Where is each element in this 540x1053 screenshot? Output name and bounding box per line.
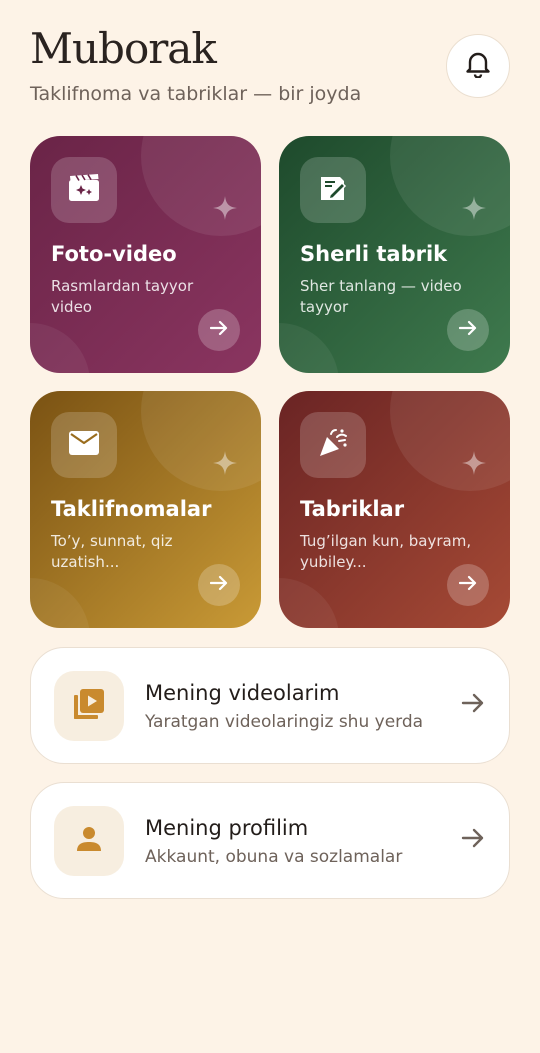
list-icon-box bbox=[54, 671, 124, 741]
card-tabriklar[interactable]: Tabriklar Tug’ilgan kun, bayram, yubiley… bbox=[279, 391, 510, 628]
card-decoration bbox=[30, 578, 90, 628]
app-subtitle: Taklifnoma va tabriklar — bir joyda bbox=[30, 83, 362, 105]
bell-icon bbox=[465, 50, 491, 82]
card-icon-box bbox=[51, 412, 117, 478]
card-icon-box bbox=[300, 412, 366, 478]
card-arrow-button[interactable] bbox=[447, 564, 489, 606]
arrow-right-icon bbox=[461, 692, 485, 718]
arrow-right-icon bbox=[458, 575, 477, 595]
person-icon bbox=[75, 825, 103, 857]
card-decoration bbox=[141, 391, 261, 491]
card-description: Rasmlardan tayyor video bbox=[51, 277, 194, 316]
list-item-description: Yaratgan videolaringiz shu yerda bbox=[145, 712, 424, 732]
list-item-title: Mening profilim bbox=[145, 816, 309, 840]
card-title: Tabriklar bbox=[300, 497, 405, 521]
arrow-right-icon bbox=[209, 575, 228, 595]
card-decoration bbox=[30, 323, 90, 373]
notifications-button[interactable] bbox=[446, 34, 510, 98]
party-popper-icon bbox=[317, 427, 349, 463]
card-decoration bbox=[279, 323, 339, 373]
sparkle-icon bbox=[213, 196, 237, 224]
list-item-my-profile[interactable]: Mening profilim Akkaunt, obuna va sozlam… bbox=[30, 782, 510, 899]
app-title: Muborak bbox=[30, 24, 217, 73]
sparkle-icon bbox=[462, 196, 486, 224]
card-title: Taklifnomalar bbox=[51, 497, 212, 521]
list-item-my-videos[interactable]: Mening videolarim Yaratgan videolaringiz… bbox=[30, 647, 510, 764]
card-title: Sherli tabrik bbox=[300, 242, 448, 266]
card-arrow-button[interactable] bbox=[447, 309, 489, 351]
edit-document-icon bbox=[318, 173, 348, 207]
sparkle-icon bbox=[462, 451, 486, 479]
card-title: Foto-video bbox=[51, 242, 177, 266]
card-decoration bbox=[390, 136, 510, 236]
card-decoration bbox=[141, 136, 261, 236]
card-arrow-button[interactable] bbox=[198, 309, 240, 351]
video-library-icon bbox=[73, 688, 105, 724]
card-sherli-tabrik[interactable]: Sherli tabrik Sher tanlang — video tayyo… bbox=[279, 136, 510, 373]
movie-sparkle-icon bbox=[68, 174, 100, 206]
arrow-right-icon bbox=[458, 320, 477, 340]
header: Muborak Taklifnoma va tabriklar — bir jo… bbox=[30, 26, 510, 116]
card-arrow-button[interactable] bbox=[198, 564, 240, 606]
card-description: Sher tanlang — video tayyor bbox=[300, 277, 462, 316]
card-decoration bbox=[279, 578, 339, 628]
arrow-right-icon bbox=[461, 827, 485, 853]
envelope-icon bbox=[68, 430, 100, 460]
arrow-right-icon bbox=[209, 320, 228, 340]
list-item-title: Mening videolarim bbox=[145, 681, 340, 705]
card-description: Tug’ilgan kun, bayram, yubiley... bbox=[300, 532, 472, 571]
list-item-description: Akkaunt, obuna va sozlamalar bbox=[145, 847, 403, 867]
card-icon-box bbox=[300, 157, 366, 223]
card-decoration bbox=[390, 391, 510, 491]
card-description: To’y, sunnat, qiz uzatish... bbox=[51, 532, 173, 571]
card-taklifnomalar[interactable]: Taklifnomalar To’y, sunnat, qiz uzatish.… bbox=[30, 391, 261, 628]
card-foto-video[interactable]: Foto-video Rasmlardan tayyor video bbox=[30, 136, 261, 373]
list-icon-box bbox=[54, 806, 124, 876]
sparkle-icon bbox=[213, 451, 237, 479]
card-icon-box bbox=[51, 157, 117, 223]
